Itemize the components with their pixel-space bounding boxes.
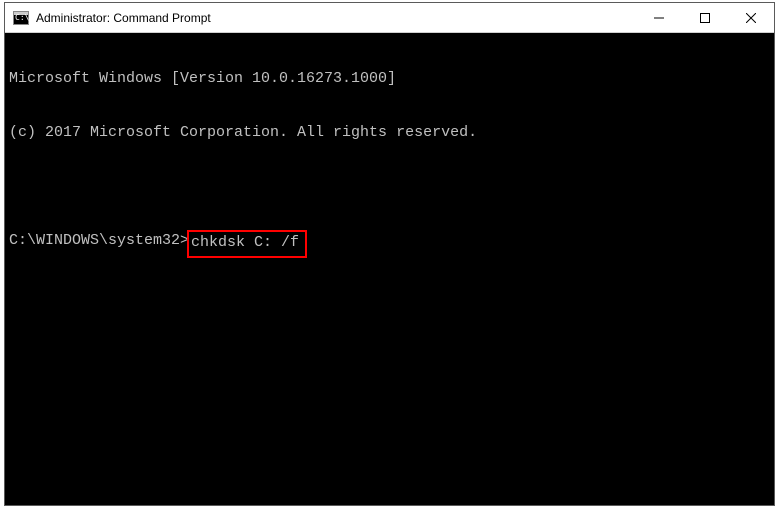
command-highlight-box: chkdsk C: /f: [187, 230, 307, 258]
terminal-prompt: C:\WINDOWS\system32>: [9, 232, 189, 250]
window-title: Administrator: Command Prompt: [36, 11, 636, 25]
terminal-output-line: (c) 2017 Microsoft Corporation. All righ…: [9, 124, 770, 142]
terminal-prompt-line: C:\WINDOWS\system32>chkdsk C: /f: [9, 232, 770, 250]
window-controls: [636, 3, 774, 32]
terminal-area[interactable]: Microsoft Windows [Version 10.0.16273.10…: [5, 33, 774, 505]
terminal-output-line: Microsoft Windows [Version 10.0.16273.10…: [9, 70, 770, 88]
cmd-icon: C:\: [13, 11, 29, 25]
command-prompt-window: C:\ Administrator: Command Prompt Micros…: [4, 2, 775, 506]
terminal-command: chkdsk C: /f: [191, 234, 299, 251]
maximize-button[interactable]: [682, 3, 728, 32]
terminal-blank-line: [9, 178, 770, 196]
close-button[interactable]: [728, 3, 774, 32]
minimize-button[interactable]: [636, 3, 682, 32]
titlebar[interactable]: C:\ Administrator: Command Prompt: [5, 3, 774, 33]
